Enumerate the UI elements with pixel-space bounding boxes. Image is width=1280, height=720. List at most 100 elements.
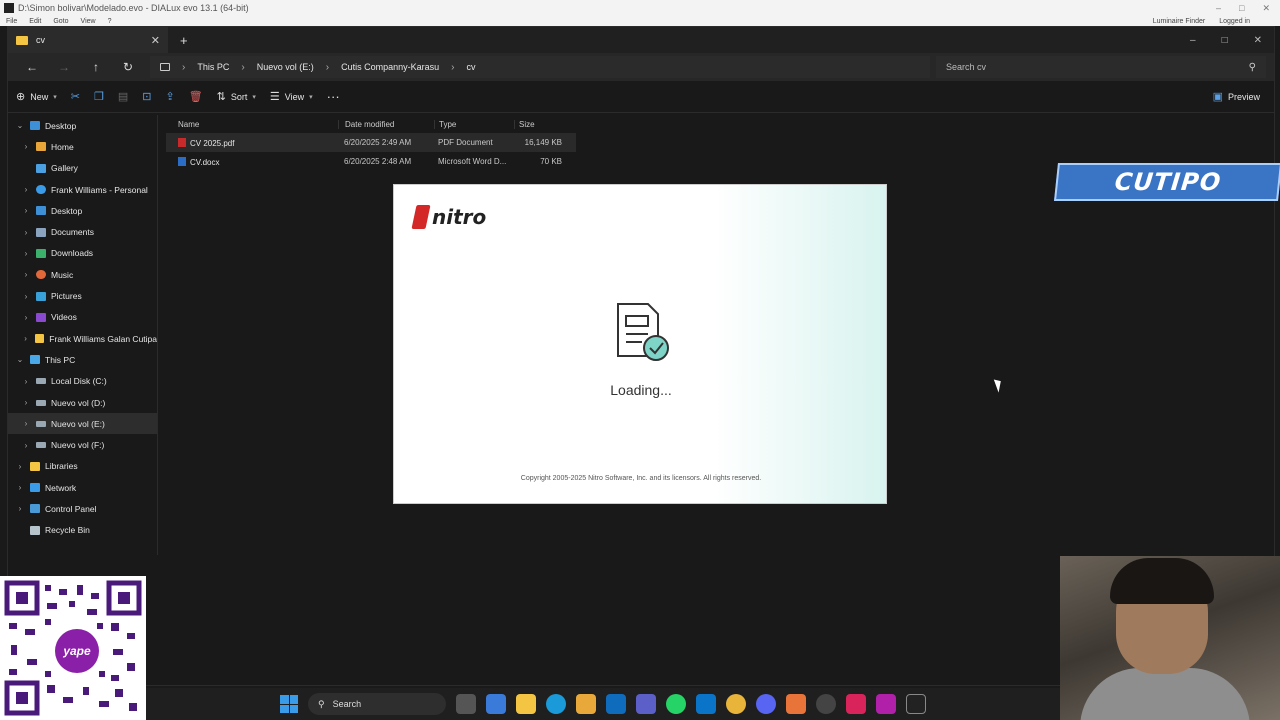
sidebar-item-music[interactable]: › Music — [8, 264, 157, 285]
more-options-button[interactable]: ··· — [327, 89, 340, 104]
sidebar-item-downloads[interactable]: › Downloads — [8, 243, 157, 264]
tab-cv[interactable]: cv ✕ — [8, 27, 168, 53]
back-arrow-icon[interactable]: ← — [16, 60, 48, 74]
sidebar-item-desktop[interactable]: › Desktop — [8, 200, 157, 221]
canva-icon[interactable] — [876, 694, 896, 714]
chrome-icon[interactable] — [726, 694, 746, 714]
sidebar-item-desktop-root[interactable]: ⌄ Desktop — [8, 115, 157, 136]
sidebar-item-frank-williams-galan-cutipa[interactable]: › Frank Williams Galan Cutipa — [8, 328, 157, 349]
sidebar-item-gallery[interactable]: Gallery — [8, 158, 157, 179]
sidebar-item-local-disk-c[interactable]: › Local Disk (C:) — [8, 371, 157, 392]
forward-arrow-icon[interactable]: → — [48, 60, 80, 74]
file-row-cv-docx[interactable]: CV.docx 6/20/2025 2:48 AM Microsoft Word… — [166, 152, 576, 171]
file-row-cv-2025-pdf[interactable]: CV 2025.pdf 6/20/2025 2:49 AM PDF Docume… — [166, 133, 576, 152]
close-tab-icon[interactable]: ✕ — [151, 34, 160, 47]
breadcrumb-cv[interactable]: cv — [466, 62, 475, 72]
menu-help[interactable]: ? — [108, 18, 112, 25]
chevron-down-icon[interactable]: ⌄ — [14, 121, 26, 130]
chevron-right-icon[interactable]: › — [20, 441, 32, 450]
sidebar-item-control-panel[interactable]: › Control Panel — [8, 498, 157, 519]
menu-view[interactable]: View — [81, 18, 96, 25]
chevron-down-icon[interactable]: ⌄ — [14, 355, 26, 364]
view-button[interactable]: ☰ View ▾ — [270, 90, 313, 103]
chevron-right-icon[interactable]: › — [20, 419, 32, 428]
sidebar-item-nuevo-vol-e[interactable]: › Nuevo vol (E:) — [8, 413, 157, 435]
sidebar-item-onedrive[interactable]: › Frank Williams - Personal — [8, 179, 157, 200]
chevron-right-icon[interactable]: › — [20, 228, 32, 237]
breadcrumb-cutis-companny[interactable]: Cutis Companny-Karasu — [341, 62, 439, 72]
copilot-icon[interactable] — [486, 694, 506, 714]
chevron-right-icon[interactable]: › — [20, 334, 31, 343]
search-icon[interactable]: ⚲ — [1249, 62, 1256, 73]
menu-edit[interactable]: Edit — [29, 18, 41, 25]
close-window-icon[interactable]: ✕ — [1254, 35, 1262, 46]
windows-start-icon[interactable] — [280, 695, 298, 713]
discord-icon[interactable] — [756, 694, 776, 714]
breadcrumb-this-pc[interactable]: This PC — [197, 62, 229, 72]
sidebar-item-this-pc[interactable]: ⌄ This PC — [8, 349, 157, 370]
chevron-right-icon[interactable]: › — [451, 62, 454, 73]
chevron-right-icon[interactable]: › — [241, 62, 244, 73]
rename-button[interactable]: ⊡ — [142, 90, 151, 103]
store-icon[interactable] — [576, 694, 596, 714]
cut-button[interactable]: ✂ — [71, 90, 80, 103]
chevron-right-icon[interactable]: › — [20, 292, 32, 301]
preview-button[interactable]: ▣ Preview — [1213, 90, 1266, 103]
app-orange-icon[interactable] — [786, 694, 806, 714]
edge-icon[interactable] — [546, 694, 566, 714]
tiktok-icon[interactable] — [846, 694, 866, 714]
paste-button[interactable]: ▤ — [118, 90, 128, 103]
chatgpt-icon[interactable] — [816, 694, 836, 714]
sidebar-item-videos[interactable]: › Videos — [8, 307, 157, 328]
chevron-right-icon[interactable]: › — [20, 377, 32, 386]
menu-goto[interactable]: Goto — [53, 18, 68, 25]
breadcrumb-nuevo-vol-e[interactable]: Nuevo vol (E:) — [257, 62, 314, 72]
up-arrow-icon[interactable]: ↑ — [80, 60, 112, 74]
file-explorer-icon[interactable] — [516, 694, 536, 714]
chevron-right-icon[interactable]: › — [326, 62, 329, 73]
sidebar-item-documents[interactable]: › Documents — [8, 221, 157, 242]
taskbar-search[interactable]: ⚲ Search — [308, 693, 446, 715]
chevron-right-icon[interactable]: › — [182, 62, 185, 73]
column-header-date-modified[interactable]: Date modified — [338, 119, 434, 129]
sort-button[interactable]: ⇅ Sort ▾ — [217, 90, 256, 103]
luminaire-finder-link[interactable]: Luminaire Finder — [1153, 18, 1206, 25]
chevron-right-icon[interactable]: › — [20, 398, 32, 407]
column-header-name[interactable]: Name — [166, 120, 338, 129]
chevron-right-icon[interactable]: › — [14, 483, 26, 492]
task-view-icon[interactable] — [456, 694, 476, 714]
chevron-right-icon[interactable]: › — [20, 313, 32, 322]
menu-file[interactable]: File — [6, 18, 17, 25]
whatsapp-icon[interactable] — [666, 694, 686, 714]
chevron-right-icon[interactable]: › — [20, 185, 32, 194]
refresh-icon[interactable]: ↻ — [112, 60, 144, 74]
new-button[interactable]: ⊕ New ▾ — [16, 90, 57, 103]
chevron-right-icon[interactable]: › — [20, 206, 32, 215]
outlook-icon[interactable] — [606, 694, 626, 714]
sidebar-item-libraries[interactable]: › Libraries — [8, 456, 157, 477]
column-header-size[interactable]: Size — [514, 119, 566, 129]
sidebar-item-recycle-bin[interactable]: Recycle Bin — [8, 520, 157, 541]
maximize-icon[interactable]: □ — [1222, 35, 1228, 46]
delete-button[interactable]: 🗑 — [189, 90, 203, 103]
dialux-taskbar-icon[interactable] — [906, 694, 926, 714]
chevron-right-icon[interactable]: › — [14, 504, 26, 513]
new-tab-icon[interactable]: + — [180, 33, 188, 48]
chevron-right-icon[interactable]: › — [20, 142, 32, 151]
sidebar-item-home[interactable]: › Home — [8, 136, 157, 157]
vscode-icon[interactable] — [696, 694, 716, 714]
sidebar-item-network[interactable]: › Network — [8, 477, 157, 498]
breadcrumb[interactable]: › This PC › Nuevo vol (E:) › Cutis Compa… — [150, 56, 930, 78]
search-input[interactable]: Search cv ⚲ — [936, 56, 1266, 78]
sidebar-item-nuevo-vol-d[interactable]: › Nuevo vol (D:) — [8, 392, 157, 413]
chevron-right-icon[interactable]: › — [20, 249, 32, 258]
chevron-right-icon[interactable]: › — [20, 270, 32, 279]
sidebar-item-pictures[interactable]: › Pictures — [8, 285, 157, 306]
sidebar-item-nuevo-vol-f[interactable]: › Nuevo vol (F:) — [8, 434, 157, 455]
column-header-type[interactable]: Type — [434, 119, 514, 129]
copy-button[interactable]: ❐ — [94, 90, 104, 103]
minimize-icon[interactable]: – — [1190, 35, 1196, 46]
share-button[interactable]: ⇪ — [165, 90, 174, 103]
chevron-right-icon[interactable]: › — [14, 462, 26, 471]
teams-icon[interactable] — [636, 694, 656, 714]
